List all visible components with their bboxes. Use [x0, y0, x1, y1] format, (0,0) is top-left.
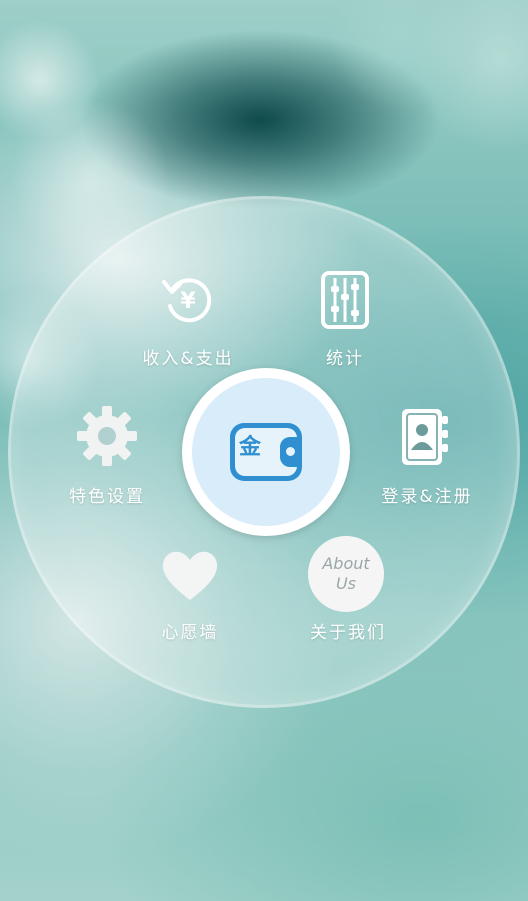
- abacus-icon: [321, 271, 369, 329]
- menu-item-label: 心愿墙: [161, 623, 219, 643]
- gear-icon: [77, 406, 137, 466]
- about-us-icon: About Us: [308, 536, 384, 612]
- refresh-yuan-icon: ¥: [162, 278, 212, 323]
- menu-item-login-register[interactable]: 登录&注册: [372, 402, 482, 510]
- about-icon-text-line1: About: [322, 554, 370, 573]
- menu-item-label: 特色设置: [69, 487, 145, 507]
- menu-item-wish-wall[interactable]: 心愿墙: [140, 540, 240, 644]
- menu-item-income-expense[interactable]: ¥ 收入&支出: [118, 268, 258, 369]
- about-icon-text-line2: Us: [335, 574, 357, 593]
- menu-item-about-us[interactable]: About Us 关于我们: [296, 534, 400, 644]
- menu-item-label: 关于我们: [310, 623, 386, 643]
- wallet-glyph: 金: [239, 434, 262, 460]
- menu-item-settings[interactable]: 特色设置: [52, 402, 162, 510]
- menu-item-label: 登录&注册: [381, 487, 473, 507]
- wallet-center-button[interactable]: 金: [182, 368, 350, 536]
- menu-item-statistics[interactable]: 统计: [300, 268, 390, 369]
- wallet-icon: 金: [230, 423, 302, 481]
- contacts-book-icon: [402, 409, 448, 465]
- menu-item-label: 统计: [326, 349, 364, 369]
- menu-item-label: 收入&支出: [142, 349, 234, 369]
- svg-text:¥: ¥: [180, 289, 196, 314]
- heart-icon: [162, 551, 218, 600]
